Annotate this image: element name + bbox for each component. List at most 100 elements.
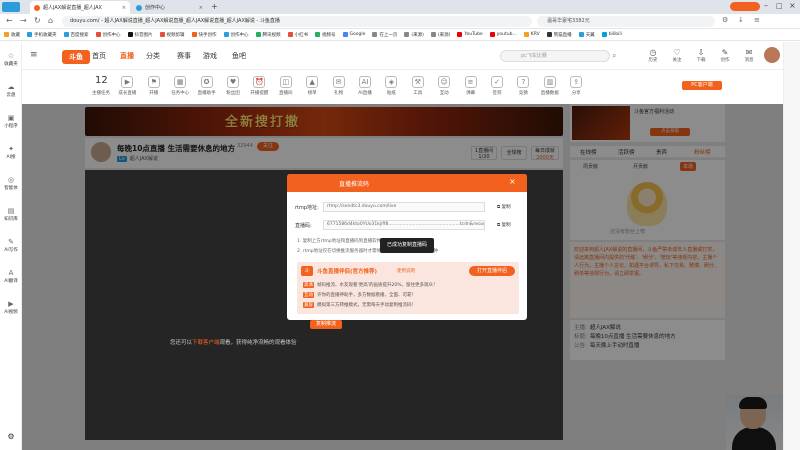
bookmark-item[interactable]: 熊猫直播	[546, 32, 572, 38]
bookmark-item[interactable]: 腾讯视频	[255, 32, 281, 38]
bookmark-item[interactable]: 在上一页	[372, 32, 397, 38]
back-icon[interactable]: ←	[6, 16, 13, 25]
nav-item[interactable]: 游戏	[203, 51, 217, 61]
bookmark-item[interactable]: youtub...	[489, 32, 517, 37]
sidebar-label: 收藏夹	[4, 62, 18, 67]
header-icon-button[interactable]: ✎ 创作	[716, 48, 734, 63]
tool-label: 分享	[571, 91, 581, 96]
download-icon[interactable]: ↓	[738, 16, 744, 24]
tool-item[interactable]: ◫ 直播间	[273, 76, 299, 96]
tool-item[interactable]: ✓ 签到	[484, 76, 510, 96]
bookmark-item[interactable]: 收藏	[4, 32, 20, 38]
bookmark-item[interactable]: YouTube	[457, 32, 483, 37]
tool-item[interactable]: ◈ 贴纸	[378, 76, 404, 96]
douyu-logo[interactable]: 斗鱼	[62, 50, 90, 64]
sidebar-item[interactable]: ▶ AI视频	[0, 300, 22, 315]
minimize-icon[interactable]: –	[764, 1, 768, 10]
tool-item[interactable]: ? 竞猜	[510, 76, 536, 96]
pc-client-button[interactable]: PC客户端	[682, 81, 722, 90]
open-helper-button[interactable]: 打开直播伴侣	[469, 266, 515, 276]
download-client-link[interactable]: 下载客户端	[192, 340, 220, 346]
settings-icon[interactable]: ⚙	[0, 432, 22, 441]
helper-guide-link[interactable]: 使用说明	[397, 268, 415, 274]
tool-item[interactable]: 12 主播任务	[88, 76, 114, 97]
tool-item[interactable]: ⇪ 分享	[563, 76, 589, 96]
account-badge[interactable]	[730, 2, 760, 11]
header-icon-button[interactable]: ✉ 消息	[740, 48, 758, 63]
close-tab-icon[interactable]: ×	[199, 5, 203, 11]
url-field[interactable]: douyu.com/ - 超人JAX解说直播_超人JAX解说直播_超人JAX解说…	[62, 16, 532, 27]
tool-item[interactable]: ♥ 粉丝团	[220, 76, 246, 96]
sidebar-item[interactable]: ✎ AI写作	[0, 238, 22, 253]
nav-item[interactable]: 直播	[120, 51, 134, 61]
bookmark-item[interactable]: 视频号	[315, 32, 336, 38]
nav-item[interactable]: 首页	[92, 51, 106, 61]
tool-item[interactable]: ≡ 弹幕	[458, 76, 484, 96]
douyu-favicon-icon	[34, 4, 40, 11]
tool-item[interactable]: ☺ 互动	[431, 76, 457, 96]
extensions-icon[interactable]: ⚙	[722, 16, 728, 24]
tool-item[interactable]: ▶ 成长直播	[114, 76, 140, 96]
bookmark-item[interactable]: 视频剪辑	[159, 32, 185, 38]
bookmark-item[interactable]: 百度搜索	[63, 32, 89, 38]
browser-search-field[interactable]: 温哥华豪宅3382元	[537, 16, 715, 27]
forward-icon[interactable]: →	[20, 16, 27, 25]
maximize-icon[interactable]: □	[776, 2, 783, 10]
copy-stream-button[interactable]: 复制推流	[310, 320, 342, 329]
tool-item[interactable]: ▲ 榜单	[299, 76, 325, 96]
nav-item[interactable]: 赛事	[177, 51, 191, 61]
nav-item[interactable]: 分类	[146, 51, 160, 61]
sidebar-item[interactable]: ☆ 收藏夹	[0, 52, 22, 67]
tool-item[interactable]: ⚑ 开播	[141, 76, 167, 96]
bookmark-item[interactable]: 快手创作	[191, 32, 217, 38]
browser-tab[interactable]: 创作中心 ×	[132, 1, 207, 14]
tool-item[interactable]: ⏰ 开播提醒	[246, 76, 272, 96]
header-icon-button[interactable]: ♡ 关注	[668, 48, 686, 63]
tool-item[interactable]: ⚒ 工具	[405, 76, 431, 96]
bookmark-item[interactable]: 手机收藏夹	[27, 32, 57, 38]
sidebar-item[interactable]: ◎ 智能体	[0, 176, 22, 191]
bookmark-item[interactable]: (来源)	[430, 32, 450, 38]
bookmark-item[interactable]: 天翼	[578, 32, 595, 38]
sidebar-item[interactable]: A AI翻译	[0, 269, 22, 284]
nav-item[interactable]: 鱼吧	[232, 51, 246, 61]
home-icon[interactable]: ⌂	[48, 16, 53, 25]
player-status-text: 您还可以下载客户端观看，获得纯净流畅的观看体验	[170, 338, 297, 346]
stream-code-field[interactable]: 6771586d4kto0YUo31kjiff8................…	[323, 220, 485, 230]
sidebar-item[interactable]: ▣ 小程序	[0, 114, 22, 129]
bookmark-item[interactable]: 创作中心	[95, 32, 121, 38]
sidebar-item[interactable]: ☁ 云盘	[0, 83, 22, 98]
browser-tab-active[interactable]: 超人JAX解说直播_超人JAX ×	[30, 1, 130, 14]
tool-item[interactable]: ✉ 礼物	[326, 76, 352, 96]
bookmark-item[interactable]: Google	[342, 32, 365, 37]
site-search-input[interactable]: pc飞车比赛	[500, 50, 610, 62]
bookmark-item[interactable]: bilibili	[601, 32, 622, 37]
sidebar-item[interactable]: ▤ 知识库	[0, 207, 22, 222]
bookmark-item[interactable]: 抖音图片	[127, 32, 153, 38]
tool-item[interactable]: AI AI直播	[352, 76, 378, 96]
rtmp-address-field[interactable]: rtmp://sendtc3.douyu.com/live	[323, 202, 485, 212]
header-icon-button[interactable]: ◷ 历史	[644, 48, 662, 63]
modal-close-icon[interactable]: ×	[509, 177, 516, 186]
tool-item[interactable]: ▥ 直播数据	[537, 76, 563, 96]
bookmark-item[interactable]: 创作中心	[223, 32, 249, 38]
copy-code-button[interactable]: ⧉ 复制	[497, 222, 511, 228]
hamburger-menu-icon[interactable]: ≡	[30, 50, 38, 60]
user-avatar[interactable]	[764, 47, 780, 63]
sidebar-item[interactable]: ✦ AI搜	[0, 145, 22, 160]
bookmark-item[interactable]: 小红书	[287, 32, 308, 38]
header-icon: ⇩	[697, 48, 705, 57]
bookmark-item[interactable]: (来源)	[404, 32, 424, 38]
close-tab-icon[interactable]: ×	[122, 5, 126, 11]
menu-icon[interactable]: ≡	[754, 16, 760, 24]
browser-logo-icon[interactable]	[2, 2, 20, 12]
copy-rtmp-button[interactable]: ⧉ 复制	[497, 204, 511, 210]
new-tab-button[interactable]: +	[211, 2, 218, 11]
header-icon-button[interactable]: ⇩ 下载	[692, 48, 710, 63]
reload-icon[interactable]: ↻	[34, 16, 41, 25]
tool-item[interactable]: ▦ 任务中心	[167, 76, 193, 96]
search-icon[interactable]: ⌕	[612, 51, 616, 61]
tool-item[interactable]: ✪ 直播助手	[194, 76, 220, 96]
bookmark-item[interactable]: KRV	[523, 32, 540, 37]
close-window-icon[interactable]: ×	[789, 1, 796, 10]
